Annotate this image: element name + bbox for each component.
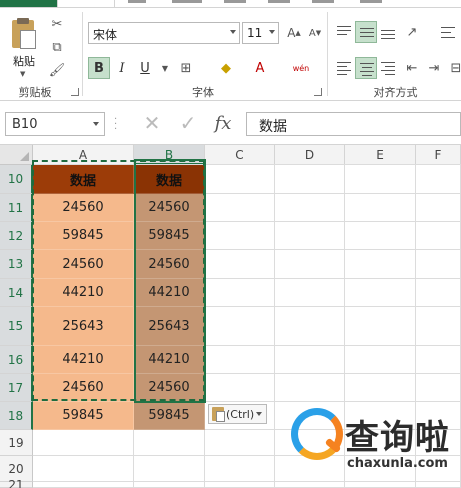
copy-icon[interactable]: ⧉ [46,37,68,57]
tab-insert[interactable] [128,0,146,3]
italic-button[interactable]: I [111,57,133,79]
decrease-font-size-icon[interactable]: A ▼ [304,23,326,43]
alignment-group-label: 对齐方式 [373,86,418,99]
increase-font-size-icon[interactable]: A ▲ [283,23,305,43]
row-header-11[interactable]: 11 [0,194,33,222]
cell-a12[interactable]: 59845 [33,222,134,250]
cell-a14[interactable]: 44210 [33,279,134,307]
decrease-indent-icon[interactable]: ⇤ [401,58,423,78]
cell-b12[interactable]: 59845 [134,222,205,250]
underline-button[interactable]: U [134,57,156,79]
clipboard-group-label: 剪贴板 [18,86,52,99]
ribbon-tab-strip [0,0,461,7]
cell-b17[interactable]: 24560 [134,374,205,402]
spreadsheet-grid: ABCDEF 10 11 12 13 14 15 16 17 18 19 20 21 数据 数据 2456… [0,145,461,488]
paste-options-button[interactable]: (Ctrl) [208,404,267,424]
column-header-e[interactable]: E [345,145,416,165]
font-name-select[interactable]: 宋体 [88,22,240,44]
tab-data[interactable] [268,0,290,3]
column-header-f[interactable]: F [416,145,461,165]
chevron-down-icon[interactable]: ▼ [154,58,176,78]
insert-function-icon[interactable]: fx [210,111,236,135]
row-header-19[interactable]: 19 [0,430,33,456]
row-header-16[interactable]: 16 [0,346,33,374]
increase-indent-icon[interactable]: ⇥ [423,58,445,78]
watermark-logo: 查询啦 chaxunla.com [287,408,461,488]
tab-home[interactable] [57,0,115,7]
tab-review[interactable] [312,0,334,3]
bottom-align-icon[interactable] [377,21,399,43]
borders-icon[interactable]: ⊞ [175,58,197,78]
phonetic-guide-icon[interactable]: wén [290,58,312,78]
cell-b13[interactable]: 24560 [134,250,205,279]
enter-icon[interactable]: ✓ [175,111,201,135]
bold-button[interactable]: B [88,57,110,79]
font-launcher-icon[interactable] [314,88,322,96]
row-header-10[interactable]: 10 [0,165,33,194]
format-painter-icon[interactable]: 🖌 [46,60,68,80]
font-size-select[interactable]: 11 [242,22,279,44]
formula-bar-grip-icon[interactable]: · · · [114,115,118,135]
cell-a10[interactable]: 数据 [33,165,134,194]
column-header-d[interactable]: D [275,145,345,165]
wrap-text-icon[interactable] [437,21,459,43]
cell-a17[interactable]: 24560 [33,374,134,402]
watermark-name: 查询啦 [345,418,450,458]
align-left-icon[interactable] [333,57,355,79]
row-header-15[interactable]: 15 [0,307,33,346]
clipboard-icon [212,407,225,422]
font-color-button[interactable]: A [249,57,271,79]
paste-button[interactable]: 粘贴 ▼ [8,18,40,78]
tab-file[interactable] [0,0,57,7]
row-header-12[interactable]: 12 [0,222,33,250]
orientation-icon[interactable]: ↗ [401,22,423,42]
column-header-a[interactable]: A [33,145,134,165]
column-header-c[interactable]: C [205,145,275,165]
cell-a15[interactable]: 25643 [33,307,134,346]
tab-view[interactable] [360,0,382,3]
ribbon: 粘贴 ▼ ✂ ⧉ 🖌 剪贴板 宋体 11 A ▲ A ▼ B I U ▼ ⊞ ◆ A… [0,7,461,101]
tab-formulas[interactable] [224,0,246,3]
formula-bar: B10 · · · ✕ ✓ fx 数据 [0,101,461,145]
cell-a11[interactable]: 24560 [33,194,134,222]
fill-color-icon[interactable]: ◆ [215,58,237,78]
middle-align-icon[interactable] [355,21,377,43]
cell-b11[interactable]: 24560 [134,194,205,222]
watermark-url: chaxunla.com [347,456,448,471]
chevron-down-icon [256,412,263,416]
tab-page-layout[interactable] [172,0,202,3]
select-all-button[interactable] [0,145,33,165]
cancel-icon[interactable]: ✕ [139,111,165,135]
chevron-down-icon [93,122,99,126]
chevron-down-icon [269,30,275,34]
top-align-icon[interactable] [333,21,355,43]
cell-a13[interactable]: 24560 [33,250,134,279]
merge-center-icon[interactable]: ⊟ [445,58,461,78]
clipboard-launcher-icon[interactable] [71,88,79,96]
align-center-icon[interactable] [355,57,377,79]
cell-b16[interactable]: 44210 [134,346,205,374]
row-header-18[interactable]: 18 [0,402,33,430]
row-header-21[interactable]: 21 [0,478,33,488]
row-header-14[interactable]: 14 [0,279,33,307]
cell-b10[interactable]: 数据 [134,165,205,194]
formula-input[interactable]: 数据 [246,112,461,136]
cut-icon[interactable]: ✂ [46,14,68,34]
name-box[interactable]: B10 [5,112,105,136]
font-group-label: 字体 [192,86,214,99]
cell-b14[interactable]: 44210 [134,279,205,307]
chevron-down-icon [230,30,236,34]
cell-a16[interactable]: 44210 [33,346,134,374]
cell-b18[interactable]: 59845 [134,402,205,430]
cell-b15[interactable]: 25643 [134,307,205,346]
column-header-b[interactable]: B [134,145,205,165]
cell-a18[interactable]: 59845 [33,402,134,430]
row-header-17[interactable]: 17 [0,374,33,402]
row-header-13[interactable]: 13 [0,250,33,279]
align-right-icon[interactable] [377,57,399,79]
